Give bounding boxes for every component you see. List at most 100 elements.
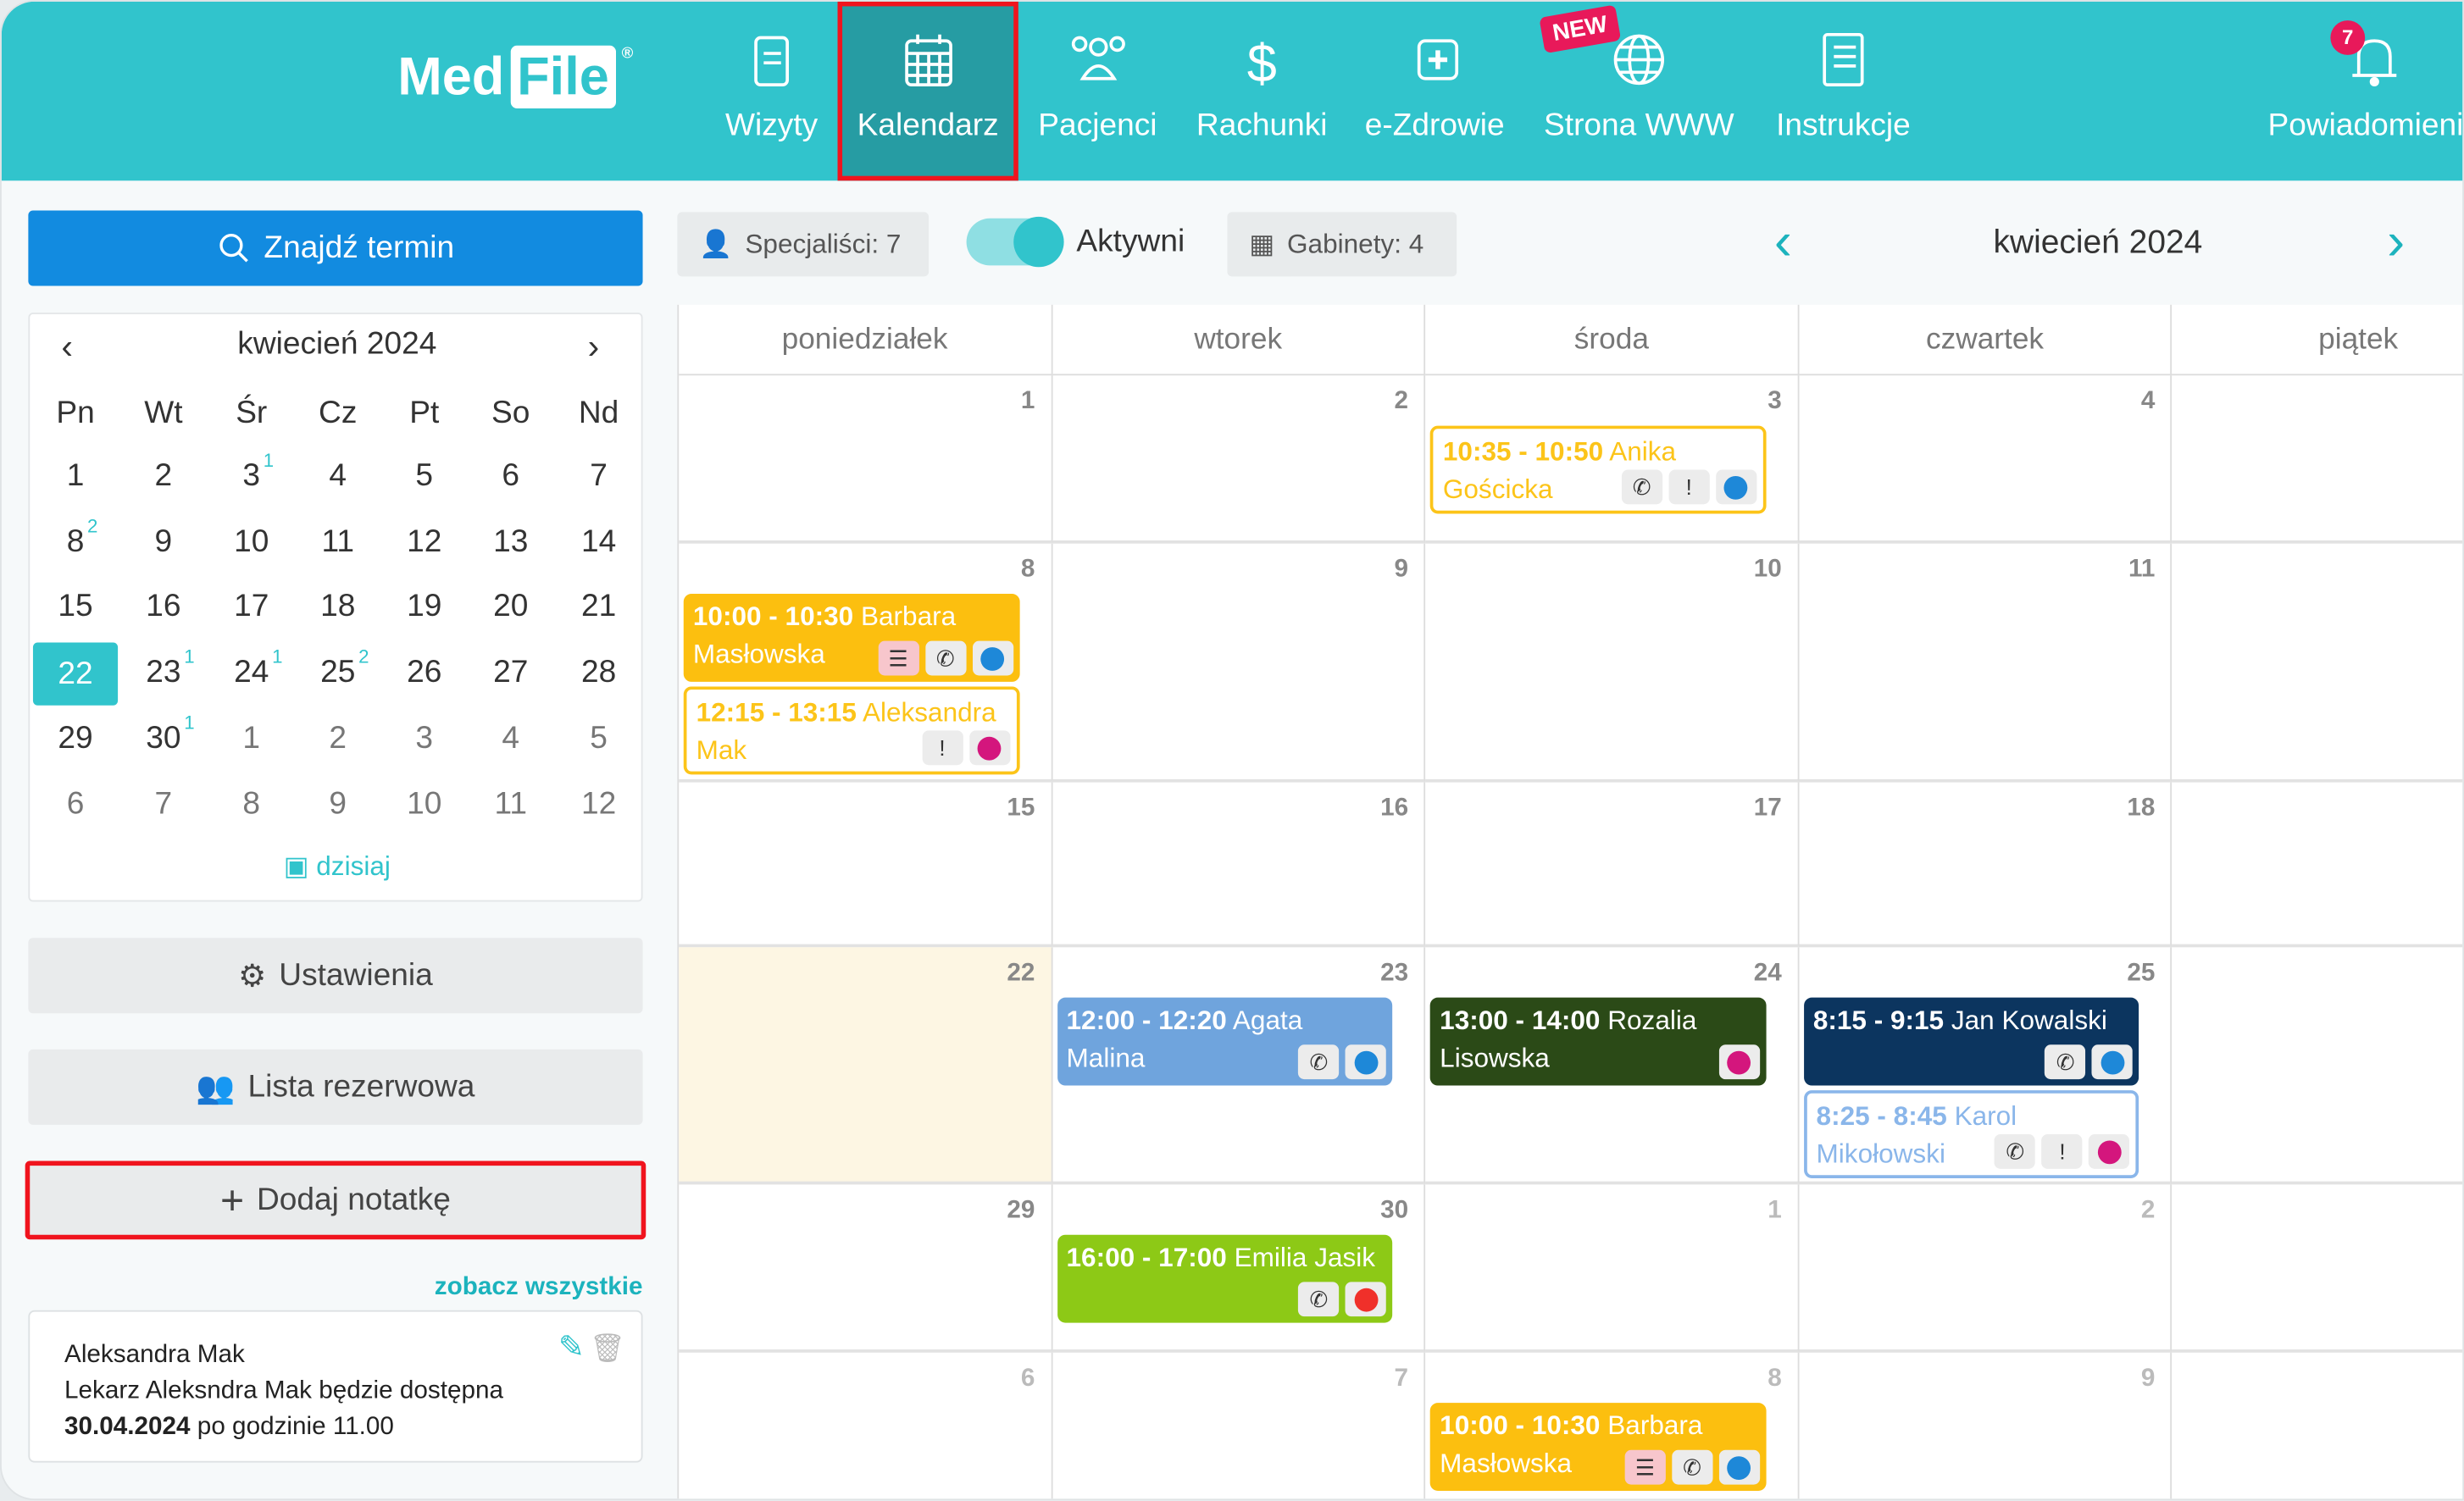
nav-kalendarz[interactable]: Kalendarz: [837, 1, 1018, 181]
day-cell[interactable]: 11: [1799, 543, 2173, 783]
mini-calendar-day[interactable]: 22: [32, 642, 119, 706]
nav-label: e-Zdrowie: [1364, 108, 1505, 143]
day-cell[interactable]: [2172, 947, 2463, 1185]
day-cell[interactable]: 9: [1799, 1352, 2173, 1499]
nav-wizyty[interactable]: Wizyty: [725, 2, 818, 180]
mini-calendar-day[interactable]: 12: [385, 524, 463, 561]
day-cell[interactable]: 18: [1799, 782, 2173, 948]
mini-calendar-day[interactable]: 6: [36, 786, 115, 823]
day-cell[interactable]: [2172, 783, 2463, 948]
nav-e-zdrowie[interactable]: e-Zdrowie: [1359, 2, 1510, 180]
mini-calendar-day[interactable]: 14: [559, 524, 638, 561]
mini-calendar-day[interactable]: 7: [125, 786, 203, 823]
mini-calendar-day[interactable]: 20: [471, 590, 550, 626]
day-cell[interactable]: 1: [1425, 1184, 1800, 1353]
nav-pacjenci[interactable]: Pacjenci: [1031, 2, 1165, 180]
rooms-filter[interactable]: ▦ Gabinety: 4: [1227, 212, 1457, 277]
mini-calendar-day[interactable]: 11: [471, 786, 550, 823]
mini-calendar-day[interactable]: 1: [36, 459, 115, 496]
mini-calendar-day[interactable]: 8: [212, 786, 291, 823]
day-cell[interactable]: [2173, 1353, 2462, 1498]
day-cell[interactable]: 16: [1052, 782, 1426, 948]
mini-calendar-day[interactable]: 1: [212, 721, 291, 757]
appointment-card[interactable]: 8:15 - 9:15 Jan Kowalski ✆: [1803, 997, 2139, 1086]
mini-calendar-day[interactable]: 2: [125, 459, 203, 496]
day-cell[interactable]: 7: [1052, 1352, 1426, 1499]
mini-calendar-day[interactable]: 19: [385, 590, 463, 626]
appointment-card[interactable]: 10:00 - 10:30 Barbara Masłowska ☰ ✆: [1430, 1403, 1767, 1492]
appointment-card[interactable]: 16:00 - 17:00 Emilia Jasik ✆: [1057, 1234, 1393, 1323]
day-cell[interactable]: [2172, 1184, 2463, 1353]
day-cell[interactable]: [2172, 375, 2463, 544]
mini-calendar-next-icon[interactable]: ›: [588, 327, 600, 368]
add-note-button[interactable]: + Dodaj notatkę: [25, 1160, 647, 1240]
nav-instrukcje[interactable]: Instrukcje: [1768, 2, 1918, 180]
day-cell[interactable]: 15: [679, 782, 1052, 948]
day-cell[interactable]: 2: [1799, 1184, 2173, 1353]
mini-calendar-day[interactable]: 25 2: [298, 645, 377, 692]
mini-calendar-day[interactable]: 15: [36, 590, 115, 626]
today-link[interactable]: ▣ dzisiaj: [30, 851, 644, 883]
appointment-card[interactable]: 8:25 - 8:45 Karol Mikołowski ✆!: [1803, 1090, 2139, 1178]
day-cell[interactable]: [2172, 544, 2463, 783]
day-cell[interactable]: 1: [679, 375, 1052, 544]
mini-calendar-day[interactable]: 13: [471, 524, 550, 561]
mini-calendar-day[interactable]: 27: [471, 656, 550, 692]
mini-calendar-day[interactable]: 4: [298, 459, 377, 496]
next-month-icon[interactable]: ›: [2387, 212, 2405, 273]
prev-month-icon[interactable]: ‹: [1774, 212, 1792, 273]
mini-calendar-day[interactable]: 2: [298, 721, 377, 757]
appointment-card[interactable]: 13:00 - 14:00 Rozalia Lisowska: [1430, 997, 1767, 1086]
mini-calendar-day[interactable]: 10: [212, 524, 291, 561]
mini-calendar-day[interactable]: 6: [471, 459, 550, 496]
mini-calendar-day[interactable]: 4: [471, 721, 550, 757]
patient-name: Emilia Jasik: [1234, 1242, 1376, 1273]
appointment-card[interactable]: 12:15 - 13:15 Aleksandra Mak!: [683, 686, 1019, 775]
mini-calendar-day[interactable]: 3: [385, 721, 463, 757]
specialists-filter[interactable]: 👤 Specjaliści: 7: [677, 212, 930, 277]
mini-calendar-day[interactable]: 5: [559, 721, 638, 757]
appointment-card[interactable]: 12:00 - 12:20 Agata Malina ✆: [1057, 997, 1393, 1086]
mini-calendar-day[interactable]: 16: [125, 590, 203, 626]
mini-calendar-day[interactable]: 24 1: [212, 645, 291, 692]
mini-calendar-day[interactable]: 82: [36, 515, 115, 561]
day-cell[interactable]: 17: [1425, 782, 1800, 948]
mini-calendar-day[interactable]: 10: [385, 786, 463, 823]
mini-calendar-day[interactable]: 21: [559, 590, 638, 626]
nav-label: Kalendarz: [857, 108, 999, 143]
nav-rachunki[interactable]: $ Rachunki: [1193, 2, 1331, 180]
edit-pencil-icon[interactable]: ✎: [558, 1331, 585, 1367]
nav-powiadomienia[interactable]: Powiadomienia: [2264, 2, 2462, 180]
day-cell[interactable]: 22: [679, 947, 1052, 1185]
day-cell[interactable]: 29: [679, 1184, 1052, 1353]
day-cell[interactable]: 4: [1799, 375, 2173, 544]
appointment-card[interactable]: 10:35 - 10:50 Anika Gościcka ✆!: [1430, 425, 1767, 514]
mini-calendar-day[interactable]: 28: [559, 656, 638, 692]
mini-calendar-day[interactable]: 12: [559, 786, 638, 823]
mini-calendar-day[interactable]: 31: [212, 449, 291, 496]
mini-calendar-day[interactable]: 18: [298, 590, 377, 626]
day-cell[interactable]: 2: [1052, 375, 1426, 544]
medfile-logo[interactable]: Med File ®: [397, 45, 633, 108]
day-cell[interactable]: 10: [1425, 543, 1800, 783]
mini-calendar-day[interactable]: 29: [36, 721, 115, 757]
active-toggle[interactable]: [966, 216, 1064, 268]
appointment-card[interactable]: 10:00 - 10:30 Barbara Masłowska ☰ ✆: [683, 594, 1019, 682]
trash-icon[interactable]: 🗑: [590, 1331, 625, 1367]
mini-calendar-day[interactable]: 11: [298, 524, 377, 561]
mini-calendar-day[interactable]: 30 1: [125, 712, 203, 757]
mini-calendar-day[interactable]: 26: [385, 656, 463, 692]
appointment-time: 12:00 - 12:20: [1066, 1005, 1227, 1036]
mini-calendar-day[interactable]: 17: [212, 590, 291, 626]
mini-calendar-day[interactable]: 23 1: [125, 645, 203, 692]
waitlist-button[interactable]: 👥 Lista rezerwowa: [28, 1049, 643, 1125]
mini-calendar-day[interactable]: 7: [559, 459, 638, 496]
mini-calendar-day[interactable]: 9: [298, 786, 377, 823]
mini-calendar-day[interactable]: 9: [125, 524, 203, 561]
day-cell[interactable]: 9: [1052, 543, 1426, 783]
day-cell[interactable]: 6: [679, 1352, 1052, 1499]
see-all-notes-link[interactable]: zobacz wszystkie: [316, 1274, 643, 1302]
settings-button[interactable]: ⚙ Ustawienia: [28, 938, 643, 1014]
mini-calendar-day[interactable]: 5: [385, 459, 463, 496]
find-appointment-button[interactable]: Znajdź termin: [28, 210, 643, 286]
